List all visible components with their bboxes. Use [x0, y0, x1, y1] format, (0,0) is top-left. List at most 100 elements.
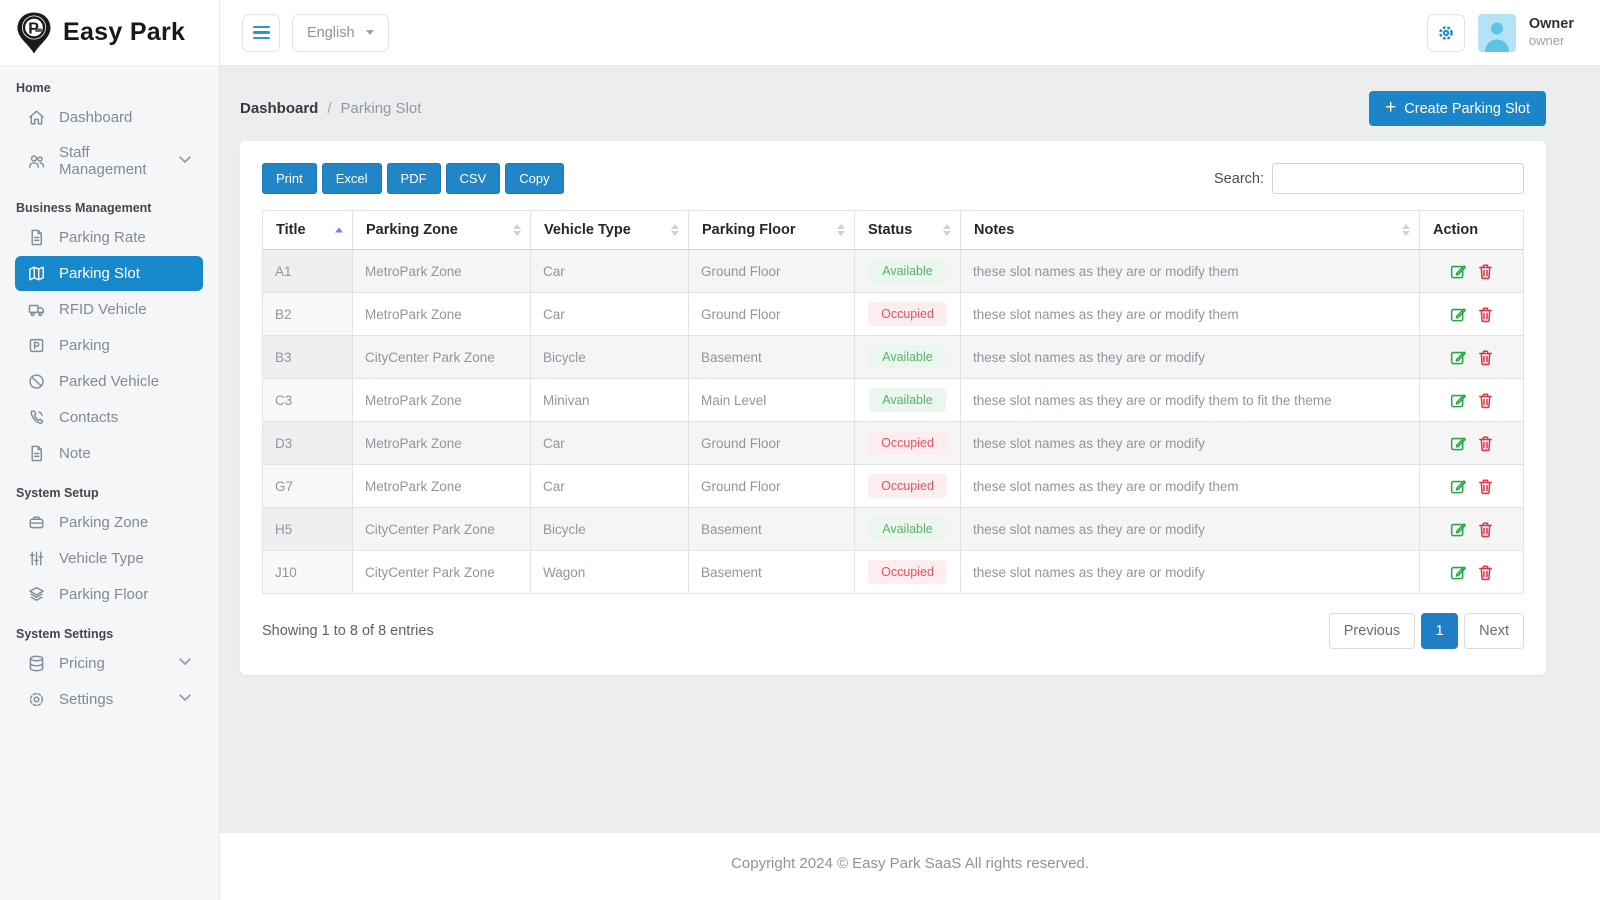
user-avatar-icon	[1478, 14, 1516, 52]
search-input[interactable]	[1272, 163, 1524, 194]
delete-icon[interactable]	[1476, 563, 1495, 582]
home-icon	[27, 108, 46, 127]
sidebar-item-pricing[interactable]: Pricing	[15, 646, 203, 681]
cell-title: C3	[263, 379, 353, 422]
cell-notes: these slot names as they are or modify	[961, 508, 1420, 551]
sidebar-toggle-button[interactable]	[242, 14, 280, 52]
sidebar-item-contacts[interactable]: Contacts	[15, 400, 203, 435]
sidebar-item-parked-vehicle[interactable]: Parked Vehicle	[15, 364, 203, 399]
cell-status: Available	[855, 379, 961, 422]
sidebar-item-settings[interactable]: Settings	[15, 682, 203, 717]
main-area: English Owner owner	[220, 0, 1600, 900]
cell-action	[1420, 551, 1524, 594]
cell-zone: CityCenter Park Zone	[353, 551, 531, 594]
sidebar-item-parking-slot[interactable]: Parking Slot	[15, 256, 203, 291]
cell-notes: these slot names as they are or modify	[961, 551, 1420, 594]
status-badge: Available	[869, 259, 946, 283]
column-header-vehicle-type[interactable]: Vehicle Type	[531, 211, 689, 250]
delete-icon[interactable]	[1476, 348, 1495, 367]
avatar[interactable]	[1478, 14, 1516, 52]
edit-icon[interactable]	[1449, 434, 1468, 453]
map-icon	[27, 264, 46, 283]
sidebar-nav: Home Dashboard Staff Management Business…	[0, 66, 219, 728]
chevron-down-icon[interactable]	[179, 655, 191, 672]
delete-icon[interactable]	[1476, 520, 1495, 539]
cell-zone: CityCenter Park Zone	[353, 508, 531, 551]
previous-page-button[interactable]: Previous	[1329, 613, 1415, 649]
edit-icon[interactable]	[1449, 477, 1468, 496]
create-parking-slot-button[interactable]: + Create Parking Slot	[1369, 91, 1546, 126]
edit-icon[interactable]	[1449, 391, 1468, 410]
nav-section-home: Home	[16, 81, 203, 95]
sidebar-item-parking-zone[interactable]: Parking Zone	[15, 505, 203, 540]
sidebar-item-rfid-vehicle[interactable]: RFID Vehicle	[15, 292, 203, 327]
sidebar-item-label: Dashboard	[59, 109, 132, 126]
delete-icon[interactable]	[1476, 477, 1495, 496]
cell-title: B3	[263, 336, 353, 379]
chevron-down-icon[interactable]	[179, 691, 191, 708]
sidebar-item-staff-management[interactable]: Staff Management	[15, 136, 203, 186]
next-page-button[interactable]: Next	[1464, 613, 1524, 649]
column-header-title[interactable]: Title	[263, 211, 353, 250]
edit-icon[interactable]	[1449, 262, 1468, 281]
csv-button[interactable]: CSV	[446, 163, 501, 194]
print-button[interactable]: Print	[262, 163, 317, 194]
sort-icon	[837, 224, 845, 236]
nav-section-business-management: Business Management	[16, 201, 203, 215]
cell-action	[1420, 508, 1524, 551]
column-header-parking-floor[interactable]: Parking Floor	[689, 211, 855, 250]
edit-icon[interactable]	[1449, 348, 1468, 367]
status-badge: Occupied	[868, 302, 947, 326]
user-name: Owner	[1529, 15, 1574, 33]
delete-icon[interactable]	[1476, 305, 1495, 324]
delete-icon[interactable]	[1476, 262, 1495, 281]
column-header-parking-zone[interactable]: Parking Zone	[353, 211, 531, 250]
page-content: Dashboard / Parking Slot + Create Parkin…	[220, 66, 1600, 833]
column-header-action: Action	[1420, 211, 1524, 250]
sidebar-item-label: Pricing	[59, 655, 105, 672]
page-1-button[interactable]: 1	[1421, 613, 1458, 649]
search-label: Search:	[1214, 171, 1264, 187]
table-card: Print Excel PDF CSV Copy Search:	[240, 141, 1546, 675]
page-head: Dashboard / Parking Slot + Create Parkin…	[240, 91, 1546, 126]
cell-action	[1420, 250, 1524, 293]
pdf-button[interactable]: PDF	[387, 163, 441, 194]
sidebar-item-label: Note	[59, 445, 91, 462]
edit-icon[interactable]	[1449, 520, 1468, 539]
sidebar-item-parking-floor[interactable]: Parking Floor	[15, 577, 203, 612]
language-dropdown[interactable]: English	[292, 14, 389, 52]
copy-button[interactable]: Copy	[505, 163, 563, 194]
sidebar-item-note[interactable]: Note	[15, 436, 203, 471]
table-row: B2MetroPark ZoneCarGround FloorOccupiedt…	[263, 293, 1524, 336]
ban-icon	[27, 372, 46, 391]
cell-title: H5	[263, 508, 353, 551]
column-header-notes[interactable]: Notes	[961, 211, 1420, 250]
zone-icon	[27, 513, 46, 532]
sidebar-item-dashboard[interactable]: Dashboard	[15, 100, 203, 135]
breadcrumb-dashboard[interactable]: Dashboard	[240, 100, 318, 117]
settings-button[interactable]	[1427, 14, 1465, 52]
column-header-status[interactable]: Status	[855, 211, 961, 250]
cell-action	[1420, 336, 1524, 379]
cell-vehicle-type: Car	[531, 250, 689, 293]
sidebar-item-parking[interactable]: Parking	[15, 328, 203, 363]
cell-floor: Ground Floor	[689, 293, 855, 336]
excel-button[interactable]: Excel	[322, 163, 382, 194]
sidebar-item-parking-rate[interactable]: Parking Rate	[15, 220, 203, 255]
cell-floor: Ground Floor	[689, 465, 855, 508]
sort-icon	[671, 224, 679, 236]
app-title: Easy Park	[63, 18, 185, 47]
sidebar-item-label: Parking Zone	[59, 514, 148, 531]
plus-icon: +	[1385, 98, 1396, 117]
delete-icon[interactable]	[1476, 434, 1495, 453]
cell-title: J10	[263, 551, 353, 594]
search-area: Search:	[1214, 163, 1524, 194]
breadcrumb-separator: /	[327, 100, 331, 117]
chevron-down-icon[interactable]	[179, 153, 191, 170]
sidebar-item-vehicle-type[interactable]: Vehicle Type	[15, 541, 203, 576]
cell-floor: Ground Floor	[689, 250, 855, 293]
database-icon	[27, 654, 46, 673]
edit-icon[interactable]	[1449, 305, 1468, 324]
delete-icon[interactable]	[1476, 391, 1495, 410]
edit-icon[interactable]	[1449, 563, 1468, 582]
